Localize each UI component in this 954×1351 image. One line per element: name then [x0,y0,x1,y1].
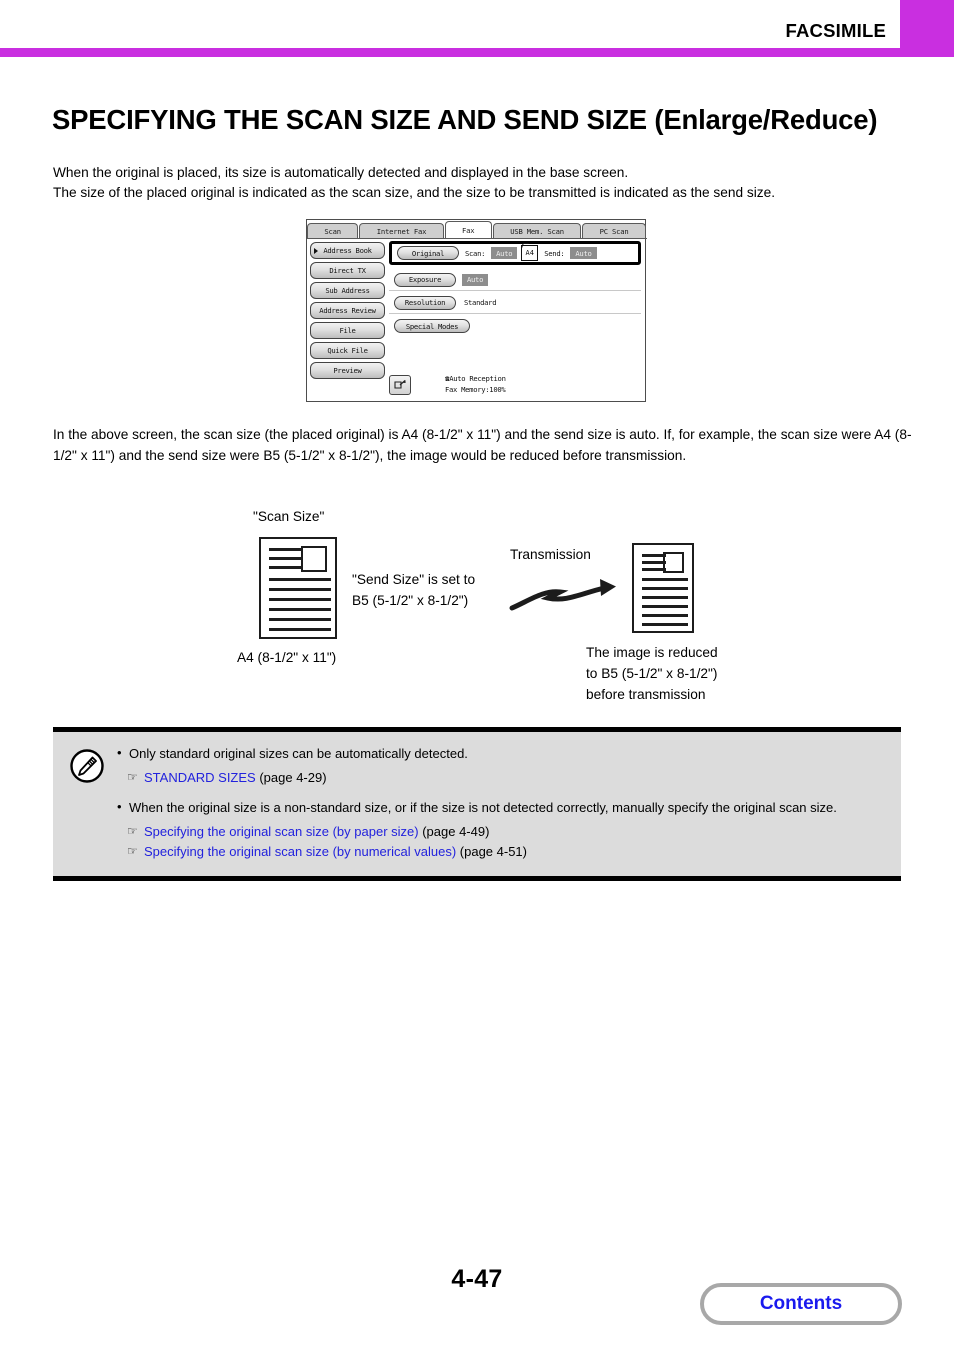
document-image-block [301,546,327,572]
scan-value[interactable]: Auto [491,247,518,259]
note-content: Only standard original sizes can be auto… [109,743,891,862]
reduced-result-caption: The image is reduced to B5 (5-1/2" x 8-1… [586,645,718,703]
note-link-by-paper-size-page: (page 4-49) [422,823,490,839]
side-button-address-review[interactable]: Address Review [310,302,385,319]
doc-line [642,587,688,590]
note-link-by-numerical-values-page: (page 4-51) [459,843,527,859]
document-reduced-icon [632,543,694,633]
doc-line [269,557,301,560]
note-item-1-reference: ☞ STANDARD SIZES (page 4-29) [115,768,891,788]
pointing-hand-icon: ☞ [127,769,138,784]
device-tab-bar: Scan Internet Fax Fax USB Mem. Scan PC S… [307,220,647,239]
resolution-value: Standard [464,298,497,307]
doc-line [269,608,331,611]
note-link-by-numerical-values[interactable]: Specifying the original scan size (by nu… [144,844,456,859]
side-button-preview[interactable]: Preview [310,362,385,379]
doc-line [642,554,666,557]
contents-button[interactable]: Contents [700,1283,902,1325]
device-body: Address Book Direct TX Sub Address Addre… [307,239,647,402]
page-title: SPECIFYING THE SCAN SIZE AND SEND SIZE (… [52,104,878,136]
note-item-2: When the original size is a non-standard… [115,797,891,818]
document-lines [642,552,688,626]
document-image-block [663,552,684,573]
doc-line [269,628,331,631]
mid-paragraph: In the above screen, the scan size (the … [53,427,912,463]
header-accent-rule [0,48,954,57]
doc-line [269,548,301,551]
fax-forward-icon[interactable] [389,375,411,395]
header-title: FACSIMILE [785,20,886,41]
auto-reception-label: Auto Reception [449,374,506,384]
transmission-caption: Transmission [510,547,591,562]
tab-usb-mem-scan[interactable]: USB Mem. Scan [492,223,582,239]
document-lines [269,546,331,631]
resolution-row: Resolution Standard [389,292,641,314]
note-spacer [115,788,891,798]
original-row-highlight: Original Scan: Auto A4 Send: Auto [389,241,641,265]
header-accent-tab [900,0,954,48]
a4-size-caption: A4 (8-1/2" x 11") [237,650,337,665]
doc-line [642,596,688,599]
note-item-1: Only standard original sizes can be auto… [115,743,891,764]
device-status-bar: ☎Auto Reception Fax Memory:100% [389,370,641,400]
doc-line [642,568,666,571]
special-modes-row: Special Modes [389,315,641,337]
note-link-standard-sizes[interactable]: STANDARD SIZES [144,770,256,785]
note-item-2-reference-2: ☞ Specifying the original scan size (by … [115,842,891,862]
note-item-2-reference-1: ☞ Specifying the original scan size (by … [115,822,891,842]
fax-memory-label: Fax Memory:100% [445,385,506,395]
device-screen-mockup: Scan Internet Fax Fax USB Mem. Scan PC S… [306,219,647,402]
tab-internet-fax[interactable]: Internet Fax [359,223,444,239]
side-button-sub-address[interactable]: Sub Address [310,282,385,299]
doc-line [269,578,331,581]
doc-line [642,614,688,617]
enlarge-reduce-diagram: "Scan Size" A4 (8-1/2" x 11") "Send Size… [0,500,954,715]
doc-line [642,623,688,626]
document-original-icon [259,537,337,639]
note-link-by-paper-size[interactable]: Specifying the original scan size (by pa… [144,824,419,839]
side-button-address-book-label: Address Book [323,246,372,255]
note-link-standard-sizes-page: (page 4-29) [259,769,327,785]
device-settings-panel: Original Scan: Auto A4 Send: Auto Exposu… [387,239,647,402]
pointing-hand-icon: ☞ [127,843,138,858]
doc-line [642,605,688,608]
special-modes-button[interactable]: Special Modes [394,319,470,333]
resolution-button[interactable]: Resolution [394,295,456,310]
caret-right-icon [314,247,318,254]
tab-scan[interactable]: Scan [307,223,359,239]
doc-line [642,578,688,581]
doc-line [269,598,331,601]
send-label: Send: [544,248,565,258]
doc-line [269,588,331,591]
side-button-quick-file[interactable]: Quick File [310,342,385,359]
tab-fax[interactable]: Fax [444,221,492,239]
scan-size-page-icon: A4 [521,245,539,261]
side-button-address-book[interactable]: Address Book [310,242,385,259]
original-button[interactable]: Original [397,246,459,260]
side-button-direct-tx[interactable]: Direct TX [310,262,385,279]
send-size-caption: "Send Size" is set to B5 (5-1/2" x 8-1/2… [352,572,476,609]
note-box: Only standard original sizes can be auto… [53,727,901,881]
scan-size-caption: "Scan Size" [253,509,325,524]
tab-pc-scan[interactable]: PC Scan [582,223,646,239]
exposure-value: Auto [462,273,489,286]
doc-line [269,566,301,569]
scan-label: Scan: [465,248,486,258]
page-header: FACSIMILE [0,0,954,58]
doc-line [642,561,666,564]
pencil-note-icon [69,748,105,784]
device-side-panel: Address Book Direct TX Sub Address Addre… [307,239,387,402]
exposure-button[interactable]: Exposure [394,272,456,287]
pointing-hand-icon: ☞ [127,823,138,838]
transmission-arrow-icon [508,572,623,614]
exposure-row: Exposure Auto [389,269,641,291]
device-status-text: ☎Auto Reception Fax Memory:100% [445,374,506,395]
intro-paragraph: When the original is placed, its size is… [53,165,776,201]
side-button-file[interactable]: File [310,322,385,339]
doc-line [269,618,331,621]
send-value[interactable]: Auto [570,247,597,259]
